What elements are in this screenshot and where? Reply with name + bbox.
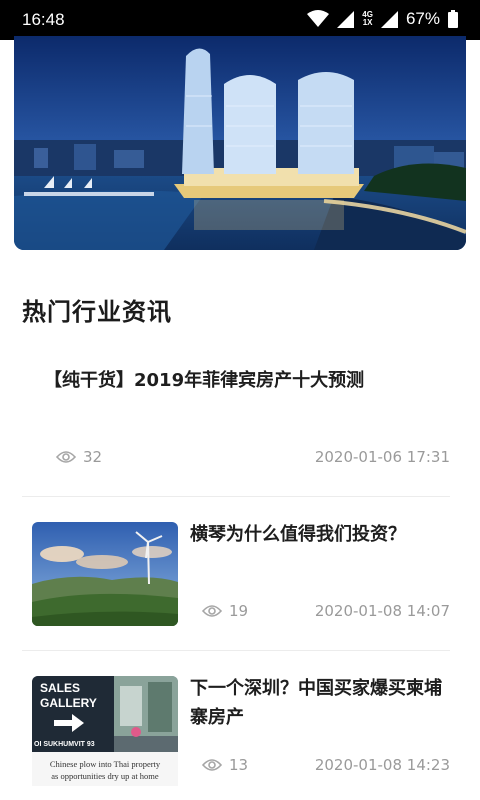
news-item[interactable]: 【纯干货】2019年菲律宾房产十大预测 32 2020-01-06 17:31: [22, 362, 450, 482]
thumb-sales-line2: GALLERY: [40, 696, 97, 710]
thumb-sales-line1: SALES: [40, 681, 80, 695]
eye-icon: [202, 605, 222, 617]
views-value: 19: [229, 602, 249, 620]
news-thumbnail: [32, 522, 178, 626]
battery-icon: [448, 10, 458, 28]
news-item[interactable]: SALES GALLERY OI SUKHUMVIT 93 Chinese pl…: [22, 674, 450, 800]
thumb-caption-line2: as opportunities dry up at home: [51, 771, 159, 781]
network-bottom-label: 1X: [362, 18, 373, 27]
thumb-street-label: OI SUKHUMVIT 93: [34, 741, 95, 748]
views-value: 13: [229, 756, 249, 774]
section-title: 热门行业资讯: [22, 298, 172, 326]
status-time: 16:48: [22, 10, 65, 29]
news-title: 下一个深圳？中国买家爆买柬埔寨房产: [190, 678, 442, 728]
signal-icon: [337, 10, 355, 28]
news-title: 【纯干货】2019年菲律宾房产十大预测: [44, 370, 365, 391]
divider: [22, 496, 450, 497]
views-value: 32: [83, 448, 103, 466]
news-date: 2020-01-06 17:31: [314, 448, 450, 466]
views-count: 32: [56, 448, 102, 466]
banner-image[interactable]: [14, 36, 466, 250]
news-date: 2020-01-08 14:23: [314, 756, 450, 774]
thumb-caption-line1: Chinese plow into Thai property: [50, 759, 161, 769]
views-count: 13: [202, 756, 248, 774]
status-icons: 4G 1X 67%: [307, 9, 458, 29]
battery-percentage: 67%: [405, 9, 440, 28]
news-date: 2020-01-08 14:07: [314, 602, 450, 620]
views-count: 19: [202, 602, 248, 620]
network-type-label: 4G 1X: [362, 11, 373, 27]
status-bar: 16:48 4G 1X 67%: [0, 0, 480, 40]
signal-4g-icon: [380, 10, 398, 28]
wifi-icon: [307, 10, 330, 27]
eye-icon: [56, 451, 76, 463]
news-item[interactable]: 横琴为什么值得我们投资？ 19 2020-01-08 14:07: [22, 520, 450, 630]
eye-icon: [202, 759, 222, 771]
news-thumbnail: SALES GALLERY OI SUKHUMVIT 93 Chinese pl…: [32, 676, 178, 786]
divider: [22, 650, 450, 651]
news-title: 横琴为什么值得我们投资？: [190, 524, 406, 545]
